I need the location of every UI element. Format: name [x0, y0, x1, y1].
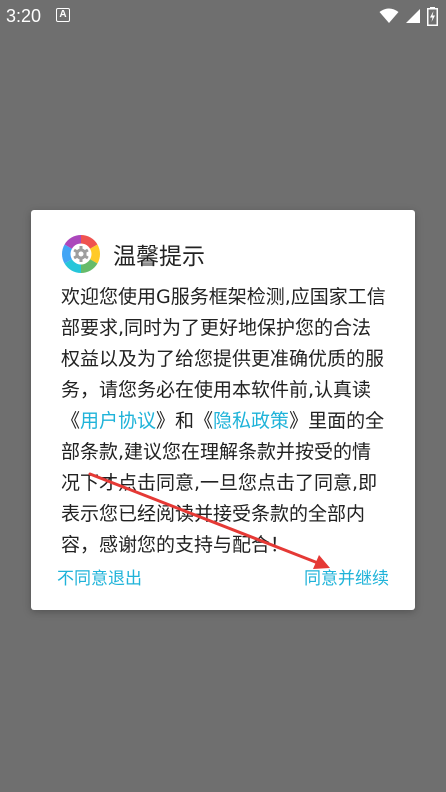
- signal-icon: [406, 9, 420, 23]
- decline-exit-button[interactable]: 不同意退出: [57, 564, 142, 589]
- privacy-policy-link[interactable]: 隐私政策: [213, 410, 289, 432]
- dialog-title: 温馨提示: [113, 244, 205, 270]
- agree-continue-button[interactable]: 同意并继续: [304, 564, 389, 589]
- privacy-dialog: 温馨提示 欢迎您使用G服务框架检测,应国家工信部要求,同时为了更好地保护您的合法…: [31, 210, 415, 610]
- status-time: 3:20: [6, 6, 42, 26]
- wifi-icon: [379, 8, 399, 23]
- app-gear-icon: [62, 235, 100, 273]
- status-bar: 3:20 A: [0, 0, 446, 32]
- message-text-2: 》和《: [156, 410, 214, 432]
- notification-a-icon: A: [56, 8, 70, 22]
- user-agreement-link[interactable]: 用户协议: [80, 410, 156, 432]
- status-icons: [379, 6, 438, 26]
- dialog-header: 温馨提示: [61, 234, 205, 274]
- battery-charging-icon: [427, 6, 438, 26]
- dialog-message: 欢迎您使用G服务框架检测,应国家工信部要求,同时为了更好地保护您的合法权益以及为…: [61, 282, 389, 561]
